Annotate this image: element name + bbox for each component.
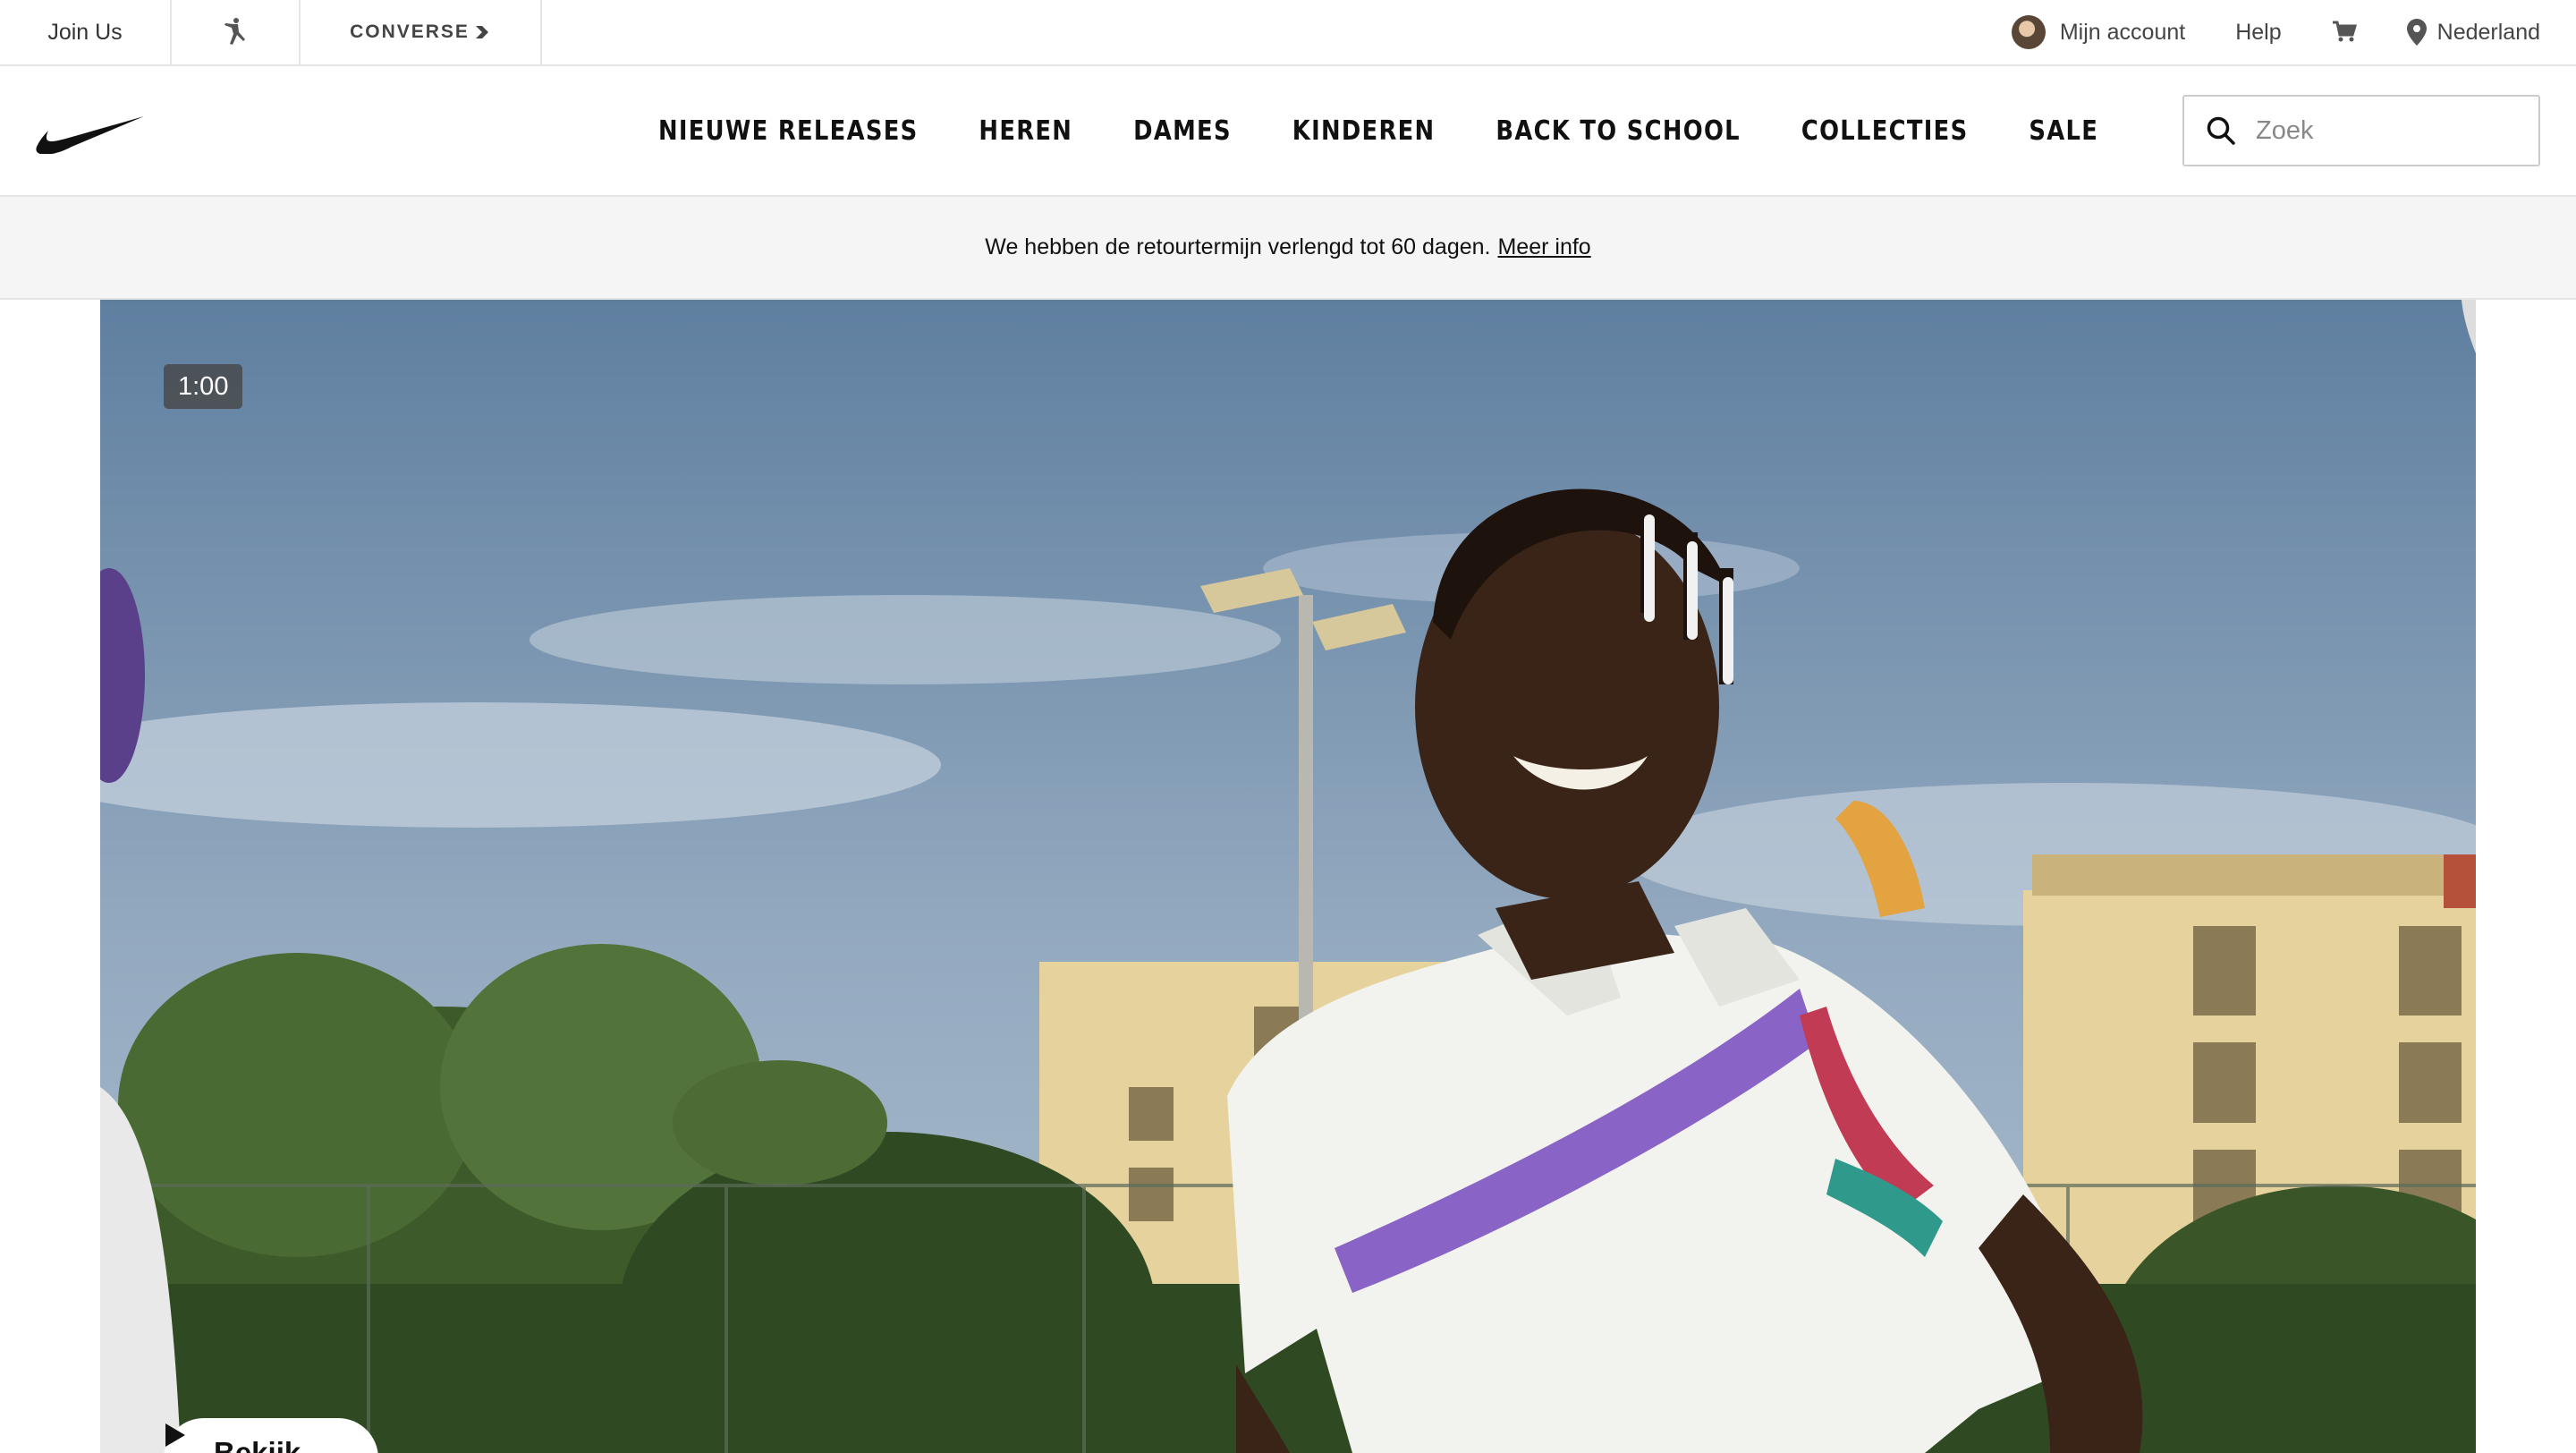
nav-item-sale[interactable]: SALE bbox=[2029, 115, 2098, 147]
search-box[interactable] bbox=[2182, 95, 2540, 166]
converse-link[interactable]: CONVERSE bbox=[301, 0, 542, 65]
nav-item-collecties[interactable]: COLLECTIES bbox=[1801, 115, 1969, 147]
jordan-link[interactable] bbox=[172, 0, 301, 65]
video-duration-label: 1:00 bbox=[178, 371, 229, 401]
help-link[interactable]: Help bbox=[2235, 20, 2281, 46]
location-pin-icon bbox=[2406, 19, 2427, 46]
converse-chevron-icon bbox=[475, 26, 488, 38]
hero-video[interactable]: 1:00 Bekijk bbox=[100, 300, 2476, 1453]
nav-item-heren[interactable]: HEREN bbox=[979, 115, 1072, 147]
search-icon[interactable] bbox=[2206, 115, 2236, 146]
converse-wordmark: CONVERSE bbox=[350, 21, 470, 42]
promo-banner: We hebben de retourtermijn verlengd tot … bbox=[0, 197, 2576, 300]
nav-item-dames[interactable]: DAMES bbox=[1133, 115, 1232, 147]
join-us-label: Join Us bbox=[47, 19, 123, 45]
nike-swoosh-logo[interactable] bbox=[36, 111, 145, 154]
watch-button-label: Bekijk bbox=[214, 1436, 301, 1453]
hero-video-frame bbox=[100, 300, 2476, 1453]
cart-button[interactable] bbox=[2332, 21, 2357, 44]
jordan-jumpman-icon bbox=[225, 18, 245, 45]
watch-button[interactable]: Bekijk bbox=[164, 1418, 378, 1453]
play-icon bbox=[165, 1423, 185, 1447]
account-label: Mijn account bbox=[2059, 19, 2186, 45]
location-link[interactable]: Nederland bbox=[2406, 19, 2540, 46]
main-nav: NIEUWE RELEASES HEREN DAMES KINDEREN BAC… bbox=[0, 66, 2576, 197]
utility-bar: Join Us CONVERSE Mijn account Help Neder… bbox=[0, 0, 2576, 66]
avatar bbox=[2011, 15, 2046, 49]
cart-icon bbox=[2332, 21, 2357, 42]
video-duration-badge: 1:00 bbox=[164, 364, 243, 409]
account-links: Mijn account Help Nederland bbox=[2011, 15, 2576, 49]
brand-links: Join Us CONVERSE bbox=[0, 0, 542, 65]
nav-item-kinderen[interactable]: KINDEREN bbox=[1292, 115, 1436, 147]
nav-links: NIEUWE RELEASES HEREN DAMES KINDEREN BAC… bbox=[658, 66, 2098, 195]
help-label: Help bbox=[2235, 19, 2282, 45]
location-label: Nederland bbox=[2436, 19, 2540, 45]
join-us-link[interactable]: Join Us bbox=[0, 0, 172, 65]
nav-item-nieuwe-releases[interactable]: NIEUWE RELEASES bbox=[658, 115, 918, 147]
promo-text: We hebben de retourtermijn verlengd tot … bbox=[985, 234, 1491, 259]
promo-more-info-link[interactable]: Meer info bbox=[1497, 234, 1590, 260]
search-input[interactable] bbox=[2254, 115, 2526, 147]
account-link[interactable]: Mijn account bbox=[2011, 15, 2186, 49]
nav-item-back-to-school[interactable]: BACK TO SCHOOL bbox=[1496, 115, 1741, 147]
